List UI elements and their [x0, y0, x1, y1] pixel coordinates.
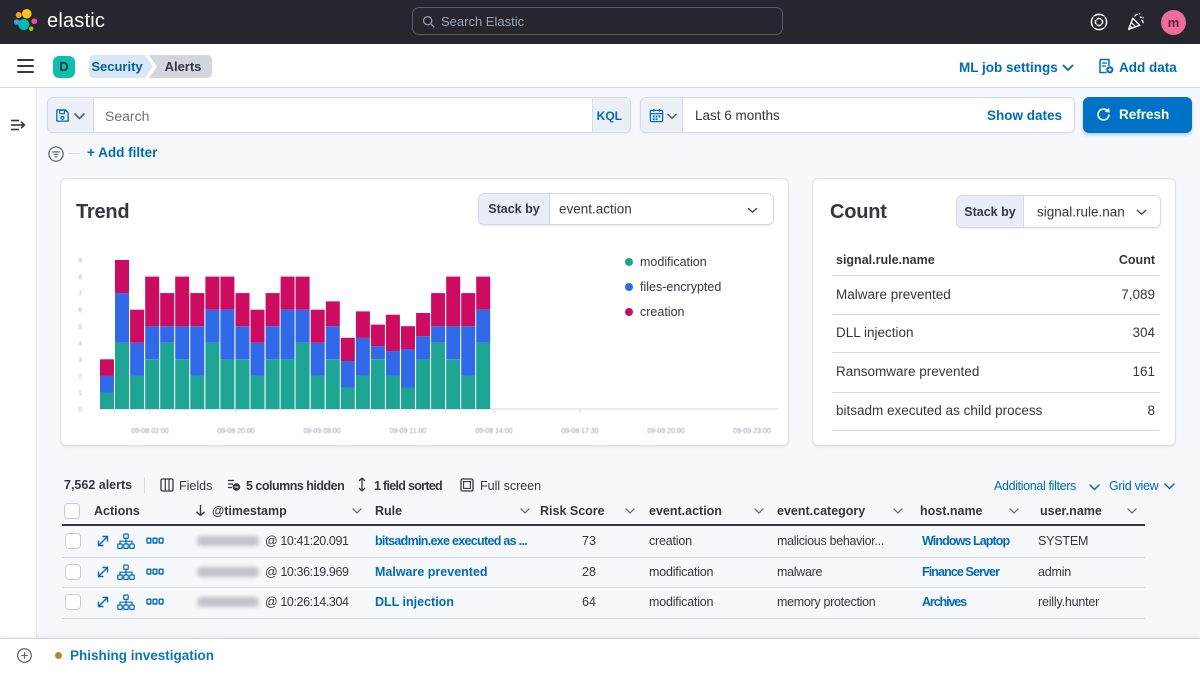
svg-text:09-08 17:30: 09-08 17:30 — [561, 428, 598, 435]
svg-text:2: 2 — [78, 373, 82, 380]
svg-text:09-09 23:00: 09-09 23:00 — [733, 428, 770, 435]
svg-text:09-09 11:00: 09-09 11:00 — [390, 428, 427, 435]
svg-text:8: 8 — [78, 274, 82, 281]
svg-text:9: 9 — [78, 258, 82, 265]
svg-text:3: 3 — [78, 357, 82, 364]
svg-text:0: 0 — [78, 407, 82, 414]
svg-text:09-09 20:00: 09-09 20:00 — [647, 428, 684, 435]
svg-text:09-08 20:00: 09-08 20:00 — [217, 428, 254, 435]
svg-text:1: 1 — [78, 390, 82, 397]
svg-text:7: 7 — [78, 291, 82, 298]
svg-text:09-08 02:00: 09-08 02:00 — [131, 428, 168, 435]
svg-text:09-09 08:00: 09-09 08:00 — [303, 428, 340, 435]
svg-text:5: 5 — [78, 324, 82, 331]
svg-text:09-08 14:00: 09-08 14:00 — [475, 428, 512, 435]
svg-text:6: 6 — [78, 307, 82, 314]
svg-text:4: 4 — [78, 340, 82, 347]
